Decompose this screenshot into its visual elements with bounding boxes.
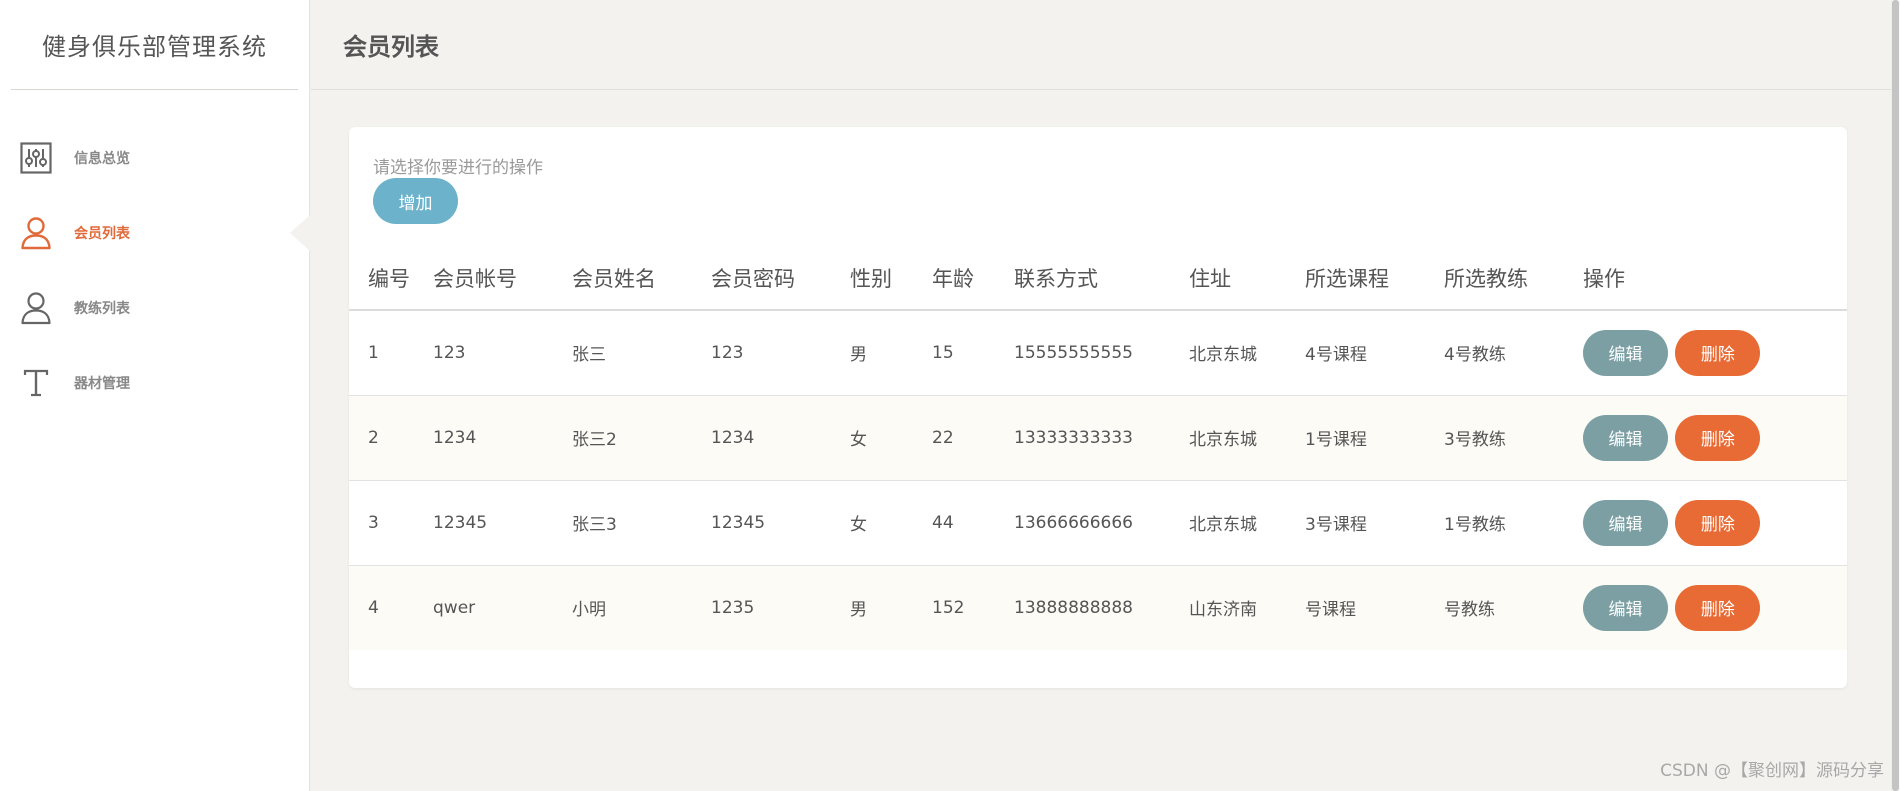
- sidebar: 健身俱乐部管理系统 信息总览 会员列表 教练列表 器材管理: [0, 0, 310, 791]
- cell-age: 15: [932, 310, 1014, 396]
- cell-name: 张三: [572, 310, 711, 396]
- column-header: 所选课程: [1305, 257, 1444, 311]
- column-header: 会员姓名: [572, 257, 711, 311]
- cell-actions: 编辑 删除: [1583, 565, 1847, 650]
- column-header: 住址: [1189, 257, 1305, 311]
- cell-age: 152: [932, 565, 1014, 650]
- delete-button[interactable]: 删除: [1675, 414, 1761, 461]
- sidebar-item-coaches[interactable]: 教练列表: [0, 270, 309, 345]
- column-header: 操作: [1583, 257, 1847, 311]
- page-title: 会员列表: [343, 33, 439, 61]
- edit-button[interactable]: 编辑: [1583, 584, 1668, 631]
- table-row: 2 1234 张三2 1234 女 22 13333333333 北京东城 1号…: [349, 395, 1847, 481]
- cell-password: 123: [711, 310, 850, 396]
- edit-button[interactable]: 编辑: [1583, 499, 1668, 546]
- edit-button[interactable]: 编辑: [1583, 329, 1668, 376]
- cell-password: 1235: [711, 565, 850, 650]
- app-title: 健身俱乐部管理系统: [11, 0, 298, 90]
- column-header: 性别: [850, 257, 932, 311]
- table-row: 3 12345 张三3 12345 女 44 13666666666 北京东城 …: [349, 480, 1847, 566]
- cell-course: 3号课程: [1305, 480, 1444, 566]
- watermark: CSDN @【聚创网】源码分享: [1660, 761, 1884, 781]
- vertical-scrollbar[interactable]: [1891, 0, 1900, 791]
- cell-address: 北京东城: [1189, 395, 1305, 481]
- table-header-row: 编号 会员帐号 会员姓名 会员密码 性别 年龄 联系方式 住址 所选课程 所选教…: [349, 257, 1847, 311]
- cell-id: 2: [349, 395, 433, 481]
- cell-coach: 号教练: [1444, 565, 1583, 650]
- cell-account: qwer: [433, 565, 572, 650]
- cell-address: 北京东城: [1189, 310, 1305, 396]
- cell-account: 123: [433, 310, 572, 396]
- cell-actions: 编辑 删除: [1583, 310, 1847, 396]
- sidebar-nav: 信息总览 会员列表 教练列表 器材管理: [0, 120, 309, 420]
- cell-id: 4: [349, 565, 433, 650]
- cell-actions: 编辑 删除: [1583, 395, 1847, 481]
- column-header: 所选教练: [1444, 257, 1583, 311]
- sidebar-item-equipment[interactable]: 器材管理: [0, 345, 309, 420]
- column-header: 会员密码: [711, 257, 850, 311]
- cell-name: 小明: [572, 565, 711, 650]
- sliders-icon: [19, 141, 53, 175]
- cell-course: 1号课程: [1305, 395, 1444, 481]
- cell-gender: 女: [850, 480, 932, 566]
- cell-address: 北京东城: [1189, 480, 1305, 566]
- cell-coach: 1号教练: [1444, 480, 1583, 566]
- column-header: 联系方式: [1014, 257, 1189, 311]
- sidebar-item-label: 器材管理: [74, 375, 130, 392]
- coach-icon: [19, 291, 53, 325]
- cell-account: 12345: [433, 480, 572, 566]
- member-table: 编号 会员帐号 会员姓名 会员密码 性别 年龄 联系方式 住址 所选课程 所选教…: [349, 257, 1847, 650]
- cell-password: 1234: [711, 395, 850, 481]
- cell-password: 12345: [711, 480, 850, 566]
- table-row: 4 qwer 小明 1235 男 152 13888888888 山东济南 号课…: [349, 565, 1847, 650]
- edit-button[interactable]: 编辑: [1583, 414, 1668, 461]
- page-header: 会员列表: [311, 0, 1891, 90]
- operation-prompt: 请选择你要进行的操作: [373, 158, 543, 178]
- cell-course: 4号课程: [1305, 310, 1444, 396]
- delete-button[interactable]: 删除: [1675, 329, 1761, 376]
- column-header: 会员帐号: [433, 257, 572, 311]
- cell-id: 3: [349, 480, 433, 566]
- cell-phone: 15555555555: [1014, 310, 1189, 396]
- member-table-card: 请选择你要进行的操作 增加 编号 会员帐号 会员姓名 会员密码 性别 年龄 联系…: [349, 127, 1847, 688]
- cell-name: 张三3: [572, 480, 711, 566]
- sidebar-item-label: 信息总览: [74, 150, 130, 167]
- user-icon: [19, 216, 53, 250]
- cell-course: 号课程: [1305, 565, 1444, 650]
- cell-gender: 男: [850, 565, 932, 650]
- cell-address: 山东济南: [1189, 565, 1305, 650]
- cell-gender: 女: [850, 395, 932, 481]
- cell-coach: 3号教练: [1444, 395, 1583, 481]
- scrollbar-thumb[interactable]: [1892, 0, 1899, 791]
- table-row: 1 123 张三 123 男 15 15555555555 北京东城 4号课程 …: [349, 310, 1847, 396]
- delete-button[interactable]: 删除: [1675, 584, 1761, 631]
- cell-id: 1: [349, 310, 433, 396]
- cell-phone: 13888888888: [1014, 565, 1189, 650]
- add-button[interactable]: 增加: [373, 178, 458, 224]
- sidebar-item-members[interactable]: 会员列表: [0, 195, 309, 270]
- cell-actions: 编辑 删除: [1583, 480, 1847, 566]
- cell-name: 张三2: [572, 395, 711, 481]
- sidebar-item-label: 教练列表: [74, 300, 130, 317]
- cell-phone: 13666666666: [1014, 480, 1189, 566]
- sidebar-item-overview[interactable]: 信息总览: [0, 120, 309, 195]
- cell-account: 1234: [433, 395, 572, 481]
- sidebar-item-label: 会员列表: [74, 225, 130, 242]
- cell-age: 44: [932, 480, 1014, 566]
- column-header: 编号: [349, 257, 433, 311]
- text-icon: [19, 366, 53, 400]
- cell-coach: 4号教练: [1444, 310, 1583, 396]
- delete-button[interactable]: 删除: [1675, 499, 1761, 546]
- cell-phone: 13333333333: [1014, 395, 1189, 481]
- cell-gender: 男: [850, 310, 932, 396]
- cell-age: 22: [932, 395, 1014, 481]
- column-header: 年龄: [932, 257, 1014, 311]
